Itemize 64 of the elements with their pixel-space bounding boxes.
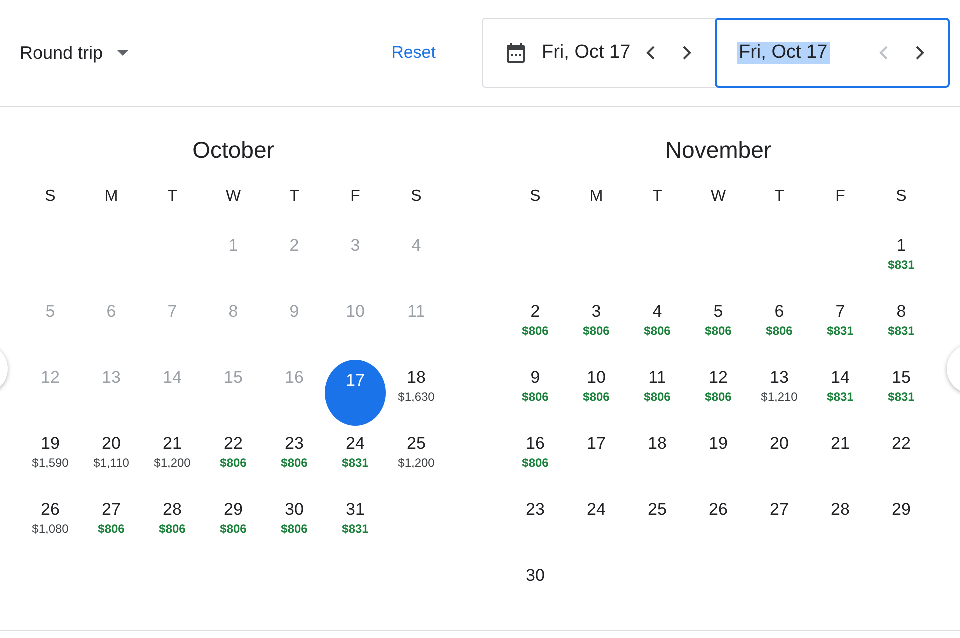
calendar-day[interactable]: 24 $831 [325, 426, 386, 492]
calendar-day[interactable]: 28 [810, 492, 871, 558]
calendar-day[interactable]: 27 [749, 492, 810, 558]
weekday-label: T [652, 188, 662, 205]
calendar-day[interactable]: 29 [871, 492, 932, 558]
calendar-day[interactable]: 18 $1,630 [386, 360, 447, 426]
trip-type-dropdown[interactable]: Round trip [20, 42, 130, 64]
weekday-label: S [530, 188, 541, 205]
calendar-day[interactable]: 26 $1,080 [20, 492, 81, 558]
calendar-day[interactable]: 19 [688, 426, 749, 492]
weekday-label: W [710, 188, 726, 205]
calendar-day[interactable]: 30 $806 [264, 492, 325, 558]
weekday-label: S [45, 188, 56, 205]
calendar-day[interactable]: 17 [566, 426, 627, 492]
calendar-day[interactable]: 22 $806 [203, 426, 264, 492]
calendar-day[interactable]: 13 $1,210 [749, 360, 810, 426]
weekday-label: F [350, 188, 360, 205]
calendar-day[interactable]: 19 $1,590 [20, 426, 81, 492]
calendar-day[interactable]: 5 $806 [688, 294, 749, 360]
calendar-day[interactable]: 3 $806 [566, 294, 627, 360]
calendar-day[interactable]: 25 [627, 492, 688, 558]
weekday-label: W [226, 188, 242, 205]
calendar-day[interactable]: 20 $1,110 [81, 426, 142, 492]
calendar-day[interactable]: 28 $806 [142, 492, 203, 558]
weekday-label: S [411, 188, 422, 205]
calendar-day[interactable]: 22 [871, 426, 932, 492]
calendar-day[interactable]: 21 [810, 426, 871, 492]
reset-button[interactable]: Reset [384, 37, 444, 69]
calendar-day[interactable]: 31 $831 [325, 492, 386, 558]
calendar-day[interactable]: 23 [505, 492, 566, 558]
weekday-label: M [104, 188, 118, 205]
calendar-day[interactable]: 12 $806 [688, 360, 749, 426]
calendar-day[interactable]: 30 [505, 558, 566, 624]
calendar-day[interactable]: 2 $806 [505, 294, 566, 360]
calendar-day[interactable]: 17 [325, 360, 386, 426]
calendar-day[interactable]: 21 $1,200 [142, 426, 203, 492]
weekday-label: T [168, 188, 178, 205]
caret-icon [117, 50, 130, 56]
calendar-day[interactable]: 1 $831 [871, 228, 932, 294]
month-title: October [192, 137, 276, 164]
calendar-day[interactable]: 15 $831 [871, 360, 932, 426]
calendar-day[interactable]: 25 $1,200 [386, 426, 447, 492]
weekday-label: T [774, 188, 784, 205]
calendar-day[interactable]: 7 $831 [810, 294, 871, 360]
calendar-day[interactable]: 9 $806 [505, 360, 566, 426]
weekday-label: T [290, 188, 300, 205]
calendar-day[interactable]: 8 $831 [871, 294, 932, 360]
calendar-day[interactable]: 10 $806 [566, 360, 627, 426]
calendar-day[interactable]: 23 $806 [264, 426, 325, 492]
calendar-day[interactable]: 27 $806 [81, 492, 142, 558]
calendar-day[interactable]: 29 $806 [203, 492, 264, 558]
month-title: November [664, 137, 773, 164]
weekday-label: M [590, 188, 604, 205]
calendar-day[interactable]: 26 [688, 492, 749, 558]
calendar-day[interactable]: 24 [566, 492, 627, 558]
calendar-day[interactable]: 18 [627, 426, 688, 492]
calendar-day[interactable]: 14 $831 [810, 360, 871, 426]
calendar-day[interactable]: 11 $806 [627, 360, 688, 426]
weekday-label: S [896, 188, 907, 205]
weekday-label: F [836, 188, 846, 205]
calendar-day[interactable]: 6 $806 [749, 294, 810, 360]
calendar-day[interactable]: 16 $806 [505, 426, 566, 492]
calendar-day[interactable]: 4 $806 [627, 294, 688, 360]
calendar-day[interactable]: 20 [749, 426, 810, 492]
